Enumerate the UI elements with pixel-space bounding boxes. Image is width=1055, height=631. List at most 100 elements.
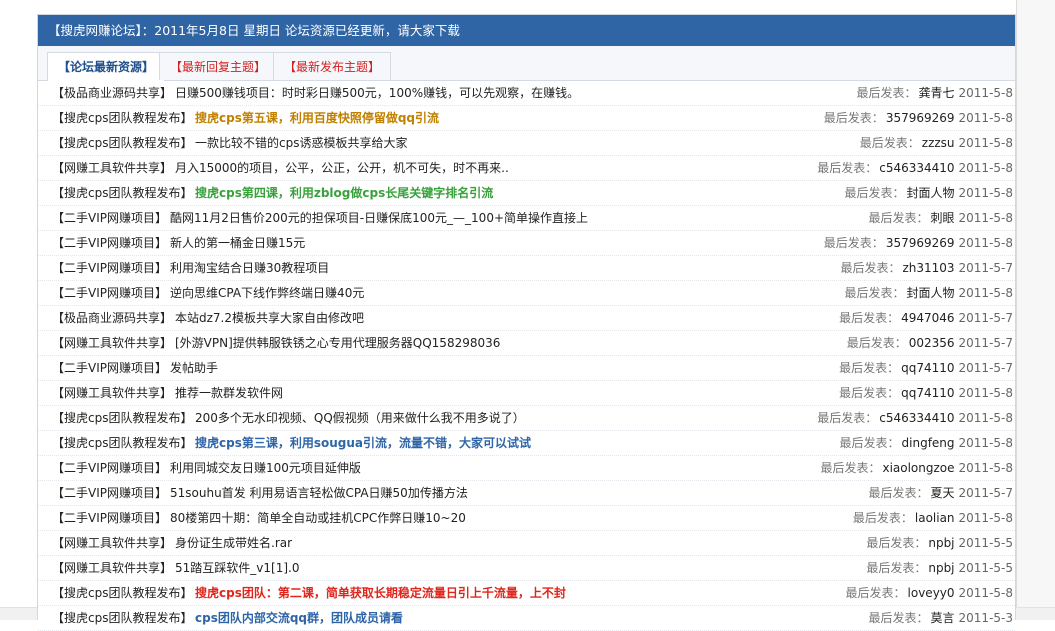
topic-title[interactable]: 酷网11月2日售价200元的担保项目-日赚保底100元_—_100+简单操作直接…: [170, 206, 588, 230]
category-label[interactable]: 【二手VIP网赚项目】: [52, 281, 167, 305]
last-post-date: 2011-5-7: [958, 361, 1013, 375]
category-label[interactable]: 【二手VIP网赚项目】: [52, 356, 167, 380]
topic-title[interactable]: 逆向思维CPA下线作弊终端日赚40元: [170, 281, 364, 305]
topic-title[interactable]: 一款比较不错的cps诱惑模板共享给大家: [195, 131, 407, 155]
last-post-user[interactable]: 刺眼: [931, 211, 955, 225]
last-post-date: 2011-5-8: [958, 411, 1013, 425]
last-post-meta: 最后发表： loveyy0 2011-5-8: [846, 581, 1013, 605]
category-label[interactable]: 【搜虎cps团队教程发布】: [52, 106, 192, 130]
category-label[interactable]: 【搜虎cps团队教程发布】: [52, 181, 192, 205]
category-label[interactable]: 【二手VIP网赚项目】: [52, 481, 167, 505]
category-label[interactable]: 【搜虎cps团队教程发布】: [52, 606, 192, 630]
last-post-user[interactable]: 封面人物: [907, 186, 955, 200]
topic-title[interactable]: 搜虎cps第四课，利用zblog做cps长尾关键字排名引流: [195, 181, 493, 205]
last-post-user[interactable]: zh31103: [902, 261, 954, 275]
last-post-label: 最后发表：: [859, 136, 920, 150]
last-post-date: 2011-5-7: [958, 486, 1013, 500]
topic-title[interactable]: 利用淘宝结合日赚30教程项目: [170, 256, 329, 280]
last-post-label: 最后发表：: [868, 211, 929, 225]
last-post-user[interactable]: 夏天: [931, 486, 955, 500]
last-post-label: 最后发表：: [823, 111, 884, 125]
tab-bar: 【论坛最新资源】 【最新回复主题】 【最新发布主题】: [38, 46, 1015, 81]
list-item: 【搜虎cps团队教程发布】 一款比较不错的cps诱惑模板共享给大家 最后发表： zzz…: [38, 131, 1015, 156]
category-label[interactable]: 【二手VIP网赚项目】: [52, 231, 167, 255]
category-label[interactable]: 【网赚工具软件共享】: [52, 156, 172, 180]
category-label[interactable]: 【搜虎cps团队教程发布】: [52, 406, 192, 430]
topic-title[interactable]: 推荐一款群发软件网: [175, 381, 283, 405]
last-post-user[interactable]: 龚青七: [919, 86, 955, 100]
topic-title[interactable]: 月入15000的项目，公平，公正，公开，机不可失，时不再来..: [175, 156, 509, 180]
last-post-date: 2011-5-3: [958, 611, 1013, 625]
category-label[interactable]: 【二手VIP网赚项目】: [52, 256, 167, 280]
topic-title[interactable]: 搜虎cps第五课，利用百度快照停留做qq引流: [195, 106, 439, 130]
last-post-user[interactable]: 357969269: [886, 236, 955, 250]
last-post-user[interactable]: laolian: [915, 511, 955, 525]
topic-title[interactable]: 身份证生成带姓名.rar: [175, 531, 292, 555]
category-label[interactable]: 【网赚工具软件共享】: [52, 331, 172, 355]
last-post-user[interactable]: 4947046: [901, 311, 954, 325]
list-item: 【网赚工具软件共享】 身份证生成带姓名.rar 最后发表： npbj 2011-5-5: [38, 531, 1015, 556]
list-item: 【搜虎cps团队教程发布】 200多个无水印视频、QQ假视频（用来做什么我不用多说…: [38, 406, 1015, 431]
last-post-meta: 最后发表： xiaolongzoe 2011-5-8: [820, 456, 1013, 480]
topic-title[interactable]: 51踏互踩软件_v1[1].0: [175, 556, 299, 580]
last-post-user[interactable]: 封面人物: [907, 286, 955, 300]
topic-title[interactable]: [外游VPN]提供韩服铁锈之心专用代理服务器QQ158298036: [175, 331, 500, 355]
last-post-label: 最后发表：: [823, 236, 884, 250]
last-post-date: 2011-5-8: [958, 461, 1013, 475]
last-post-label: 最后发表：: [839, 436, 900, 450]
category-label[interactable]: 【极品商业源码共享】: [52, 81, 172, 105]
last-post-label: 最后发表：: [839, 361, 900, 375]
last-post-user[interactable]: c546334410: [879, 161, 954, 175]
category-label[interactable]: 【极品商业源码共享】: [52, 306, 172, 330]
tab-latest-posts[interactable]: 【最新发布主题】: [273, 52, 392, 80]
category-label[interactable]: 【搜虎cps团队教程发布】: [52, 581, 192, 605]
last-post-user[interactable]: npbj: [928, 561, 954, 575]
last-post-date: 2011-5-7: [958, 336, 1013, 350]
category-label[interactable]: 【网赚工具软件共享】: [52, 531, 172, 555]
category-label[interactable]: 【搜虎cps团队教程发布】: [52, 431, 192, 455]
topic-title[interactable]: 新人的第一桶金日赚15元: [170, 231, 305, 255]
last-post-meta: 最后发表： 刺眼 2011-5-8: [869, 206, 1014, 230]
category-label[interactable]: 【网赚工具软件共享】: [52, 556, 172, 580]
last-post-user[interactable]: 莫言: [931, 611, 955, 625]
topic-list: 【极品商业源码共享】 日赚500赚钱项目：时时彩日赚500元，100%赚钱，可以先…: [38, 81, 1015, 631]
topic-title[interactable]: 日赚500赚钱项目：时时彩日赚500元，100%赚钱，可以先观察，在赚钱。: [175, 81, 579, 105]
list-item: 【搜虎cps团队教程发布】 搜虎cps第四课，利用zblog做cps长尾关键字排名…: [38, 181, 1015, 206]
tab-latest-replies[interactable]: 【最新回复主题】: [159, 52, 278, 80]
last-post-label: 最后发表：: [839, 311, 900, 325]
last-post-label: 最后发表：: [844, 186, 905, 200]
forum-panel: 【搜虎网赚论坛】：2011年5月8日 星期日 论坛资源已经更新，请大家下载 【论…: [37, 14, 1016, 631]
last-post-label: 最后发表：: [845, 586, 906, 600]
last-post-user[interactable]: npbj: [928, 536, 954, 550]
topic-title[interactable]: cps团队内部交流qq群，团队成员请看: [195, 606, 403, 630]
last-post-user[interactable]: 002356: [909, 336, 955, 350]
last-post-meta: 最后发表： zzzsu 2011-5-8: [860, 131, 1013, 155]
topic-title[interactable]: 搜虎cps第三课，利用sougua引流，流量不错，大家可以试试: [195, 431, 531, 455]
topic-title[interactable]: 本站dz7.2模板共享大家自由修改吧: [175, 306, 364, 330]
last-post-user[interactable]: 357969269: [886, 111, 955, 125]
topic-title[interactable]: 搜虎cps团队：第二课，简单获取长期稳定流量日引上千流量，上不封: [195, 581, 566, 605]
topic-title[interactable]: 利用同城交友日赚100元项目延伸版: [170, 456, 361, 480]
last-post-user[interactable]: qq74110: [901, 361, 954, 375]
last-post-user[interactable]: qq74110: [901, 386, 954, 400]
last-post-user[interactable]: xiaolongzoe: [882, 461, 954, 475]
topic-title[interactable]: 发帖助手: [170, 356, 218, 380]
category-label[interactable]: 【搜虎cps团队教程发布】: [52, 131, 192, 155]
last-post-meta: 最后发表： npbj 2011-5-5: [866, 556, 1013, 580]
category-label[interactable]: 【网赚工具软件共享】: [52, 381, 172, 405]
topic-title[interactable]: 200多个无水印视频、QQ假视频（用来做什么我不用多说了）: [195, 406, 525, 430]
last-post-user[interactable]: zzzsu: [922, 136, 955, 150]
category-label[interactable]: 【二手VIP网赚项目】: [52, 456, 167, 480]
category-label[interactable]: 【二手VIP网赚项目】: [52, 506, 167, 530]
last-post-user[interactable]: c546334410: [879, 411, 954, 425]
last-post-meta: 最后发表： 莫言 2011-5-3: [869, 606, 1014, 630]
last-post-meta: 最后发表： 357969269 2011-5-8: [824, 231, 1013, 255]
last-post-user[interactable]: dingfeng: [902, 436, 955, 450]
topic-title[interactable]: 51souhu首发 利用易语言轻松做CPA日赚50加传播方法: [170, 481, 468, 505]
topic-title[interactable]: 80楼第四十期：简单全自动或挂机CPC作弊日赚10~20: [170, 506, 466, 530]
category-label[interactable]: 【二手VIP网赚项目】: [52, 206, 167, 230]
last-post-meta: 最后发表： laolian 2011-5-8: [853, 506, 1013, 530]
tab-latest-resources[interactable]: 【论坛最新资源】: [47, 52, 166, 81]
last-post-date: 2011-5-5: [958, 561, 1013, 575]
last-post-user[interactable]: loveyy0: [908, 586, 955, 600]
